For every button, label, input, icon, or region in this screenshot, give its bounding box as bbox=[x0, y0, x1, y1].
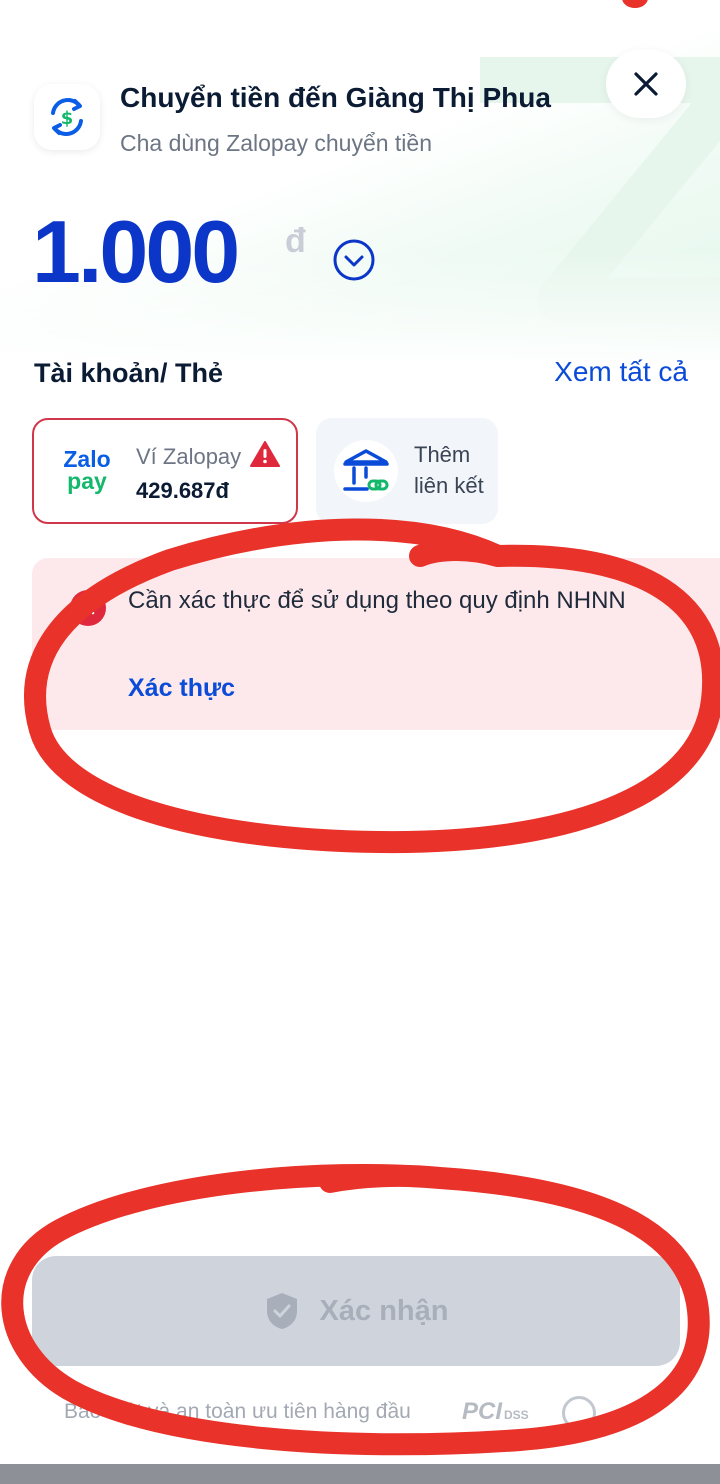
zalopay-wallet-card[interactable]: Zalo pay Ví Zalopay 429.687đ bbox=[32, 418, 298, 524]
zalopay-logo-bottom: pay bbox=[67, 468, 107, 494]
verification-alert: Cần xác thực để sử dụng theo quy định NH… bbox=[32, 558, 720, 730]
zalopay-logo: Zalo pay bbox=[54, 434, 120, 508]
system-navigation-bar bbox=[0, 1464, 720, 1484]
dollar-exchange-icon: $ bbox=[51, 98, 83, 136]
confirm-button[interactable]: Xác nhận bbox=[32, 1256, 680, 1366]
add-link-line1: Thêm bbox=[414, 442, 471, 467]
security-seal-icon bbox=[562, 1396, 596, 1430]
add-link-label: Thêm liên kết bbox=[414, 440, 484, 502]
security-footer-text: Bảo mật và an toàn ưu tiên hàng đầu bbox=[64, 1400, 411, 1423]
wallet-name: Ví Zalopay bbox=[136, 444, 242, 469]
error-x-icon bbox=[81, 601, 95, 615]
chevron-down-circle-icon bbox=[333, 239, 375, 281]
pci-label: PCI bbox=[462, 1398, 503, 1425]
page-title: Chuyển tiền đến Giàng Thị Phua bbox=[120, 82, 551, 113]
amount-dropdown-button[interactable] bbox=[332, 238, 376, 282]
warning-triangle-icon bbox=[250, 441, 280, 467]
currency-unit: đ bbox=[285, 222, 306, 260]
verify-link[interactable]: Xác thực bbox=[128, 674, 235, 703]
pci-dss-badge: PCI DSS bbox=[462, 1398, 529, 1426]
bank-icon-wrap bbox=[334, 440, 398, 502]
see-all-link[interactable]: Xem tất cả bbox=[554, 356, 688, 388]
close-icon bbox=[634, 72, 658, 96]
accounts-section-title: Tài khoản/ Thẻ bbox=[34, 358, 224, 388]
shield-icon bbox=[266, 1293, 297, 1329]
error-circle-icon bbox=[70, 590, 106, 626]
add-link-line2: liên kết bbox=[414, 472, 484, 498]
bank-link-icon bbox=[343, 449, 389, 491]
add-link-card[interactable]: Thêm liên kết bbox=[316, 418, 498, 524]
transfer-amount[interactable]: 1.000 bbox=[32, 208, 240, 296]
transfer-icon: $ bbox=[34, 84, 100, 150]
close-button[interactable] bbox=[606, 50, 686, 118]
dss-label: DSS bbox=[504, 1408, 529, 1422]
svg-text:$: $ bbox=[61, 108, 74, 129]
alert-message: Cần xác thực để sử dụng theo quy định NH… bbox=[128, 587, 626, 614]
wallet-balance: 429.687đ bbox=[136, 478, 229, 503]
page-subtitle: Cha dùng Zalopay chuyển tiền bbox=[120, 130, 432, 156]
confirm-label: Xác nhận bbox=[319, 1294, 449, 1327]
